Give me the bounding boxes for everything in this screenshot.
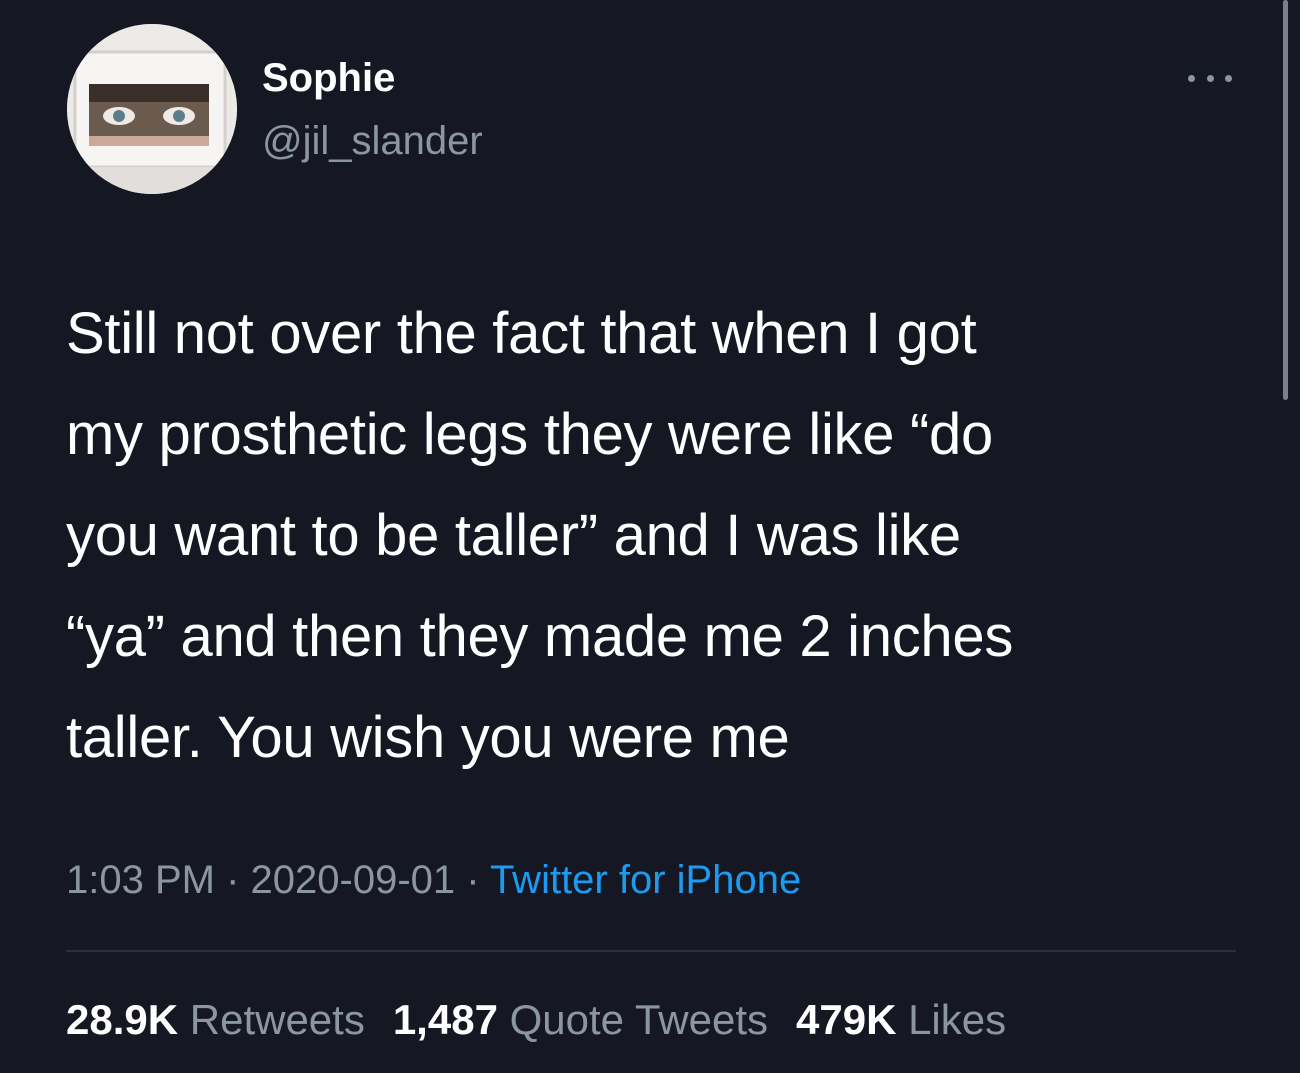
more-horizontal-icon[interactable] bbox=[1186, 64, 1234, 92]
avatar-photo-icon bbox=[67, 24, 237, 194]
meta-separator: · bbox=[214, 858, 251, 902]
tweet-card: Sophie @jil_slander Still not over the f… bbox=[0, 0, 1300, 1073]
tweet-text-line: my prosthetic legs they were like “do bbox=[66, 402, 993, 467]
tweet-text-line: you want to be taller” and I was like bbox=[66, 503, 961, 568]
meta-separator: · bbox=[455, 858, 490, 902]
tweet-time[interactable]: 1:03 PM bbox=[66, 858, 215, 902]
tweet-text-line: Still not over the fact that when I got bbox=[66, 301, 977, 366]
quote-tweets-label: Quote Tweets bbox=[509, 996, 768, 1043]
likes-count: 479K bbox=[796, 996, 897, 1043]
tweet-text: Still not over the fact that when I got … bbox=[66, 283, 1216, 788]
display-name[interactable]: Sophie bbox=[262, 52, 395, 104]
quote-tweets-stat[interactable]: 1,487 Quote Tweets bbox=[393, 996, 768, 1043]
tweet-source-link[interactable]: Twitter for iPhone bbox=[490, 858, 801, 902]
tweet-stats: 28.9K Retweets 1,487 Quote Tweets 479K Lik… bbox=[66, 990, 1006, 1050]
tweet-date[interactable]: 2020-09-01 bbox=[251, 858, 456, 902]
avatar[interactable] bbox=[67, 24, 237, 194]
retweets-label: Retweets bbox=[189, 996, 365, 1043]
scrollbar[interactable] bbox=[1283, 0, 1288, 400]
likes-label: Likes bbox=[908, 996, 1007, 1043]
divider bbox=[66, 950, 1236, 952]
likes-stat[interactable]: 479K Likes bbox=[796, 996, 1006, 1043]
retweets-stat[interactable]: 28.9K Retweets bbox=[66, 996, 365, 1043]
user-handle[interactable]: @jil_slander bbox=[262, 115, 483, 167]
quote-tweets-count: 1,487 bbox=[392, 996, 498, 1043]
more-dot bbox=[1188, 74, 1195, 82]
more-dot bbox=[1206, 74, 1214, 82]
retweets-count: 28.9K bbox=[66, 996, 179, 1043]
tweet-text-line: “ya” and then they made me 2 inches bbox=[66, 604, 1014, 669]
tweet-text-line: taller. You wish you were me bbox=[66, 705, 790, 770]
more-dot bbox=[1225, 74, 1232, 82]
tweet-meta: 1:03 PM · 2020-09-01 · Twitter for iPhon… bbox=[66, 850, 801, 910]
